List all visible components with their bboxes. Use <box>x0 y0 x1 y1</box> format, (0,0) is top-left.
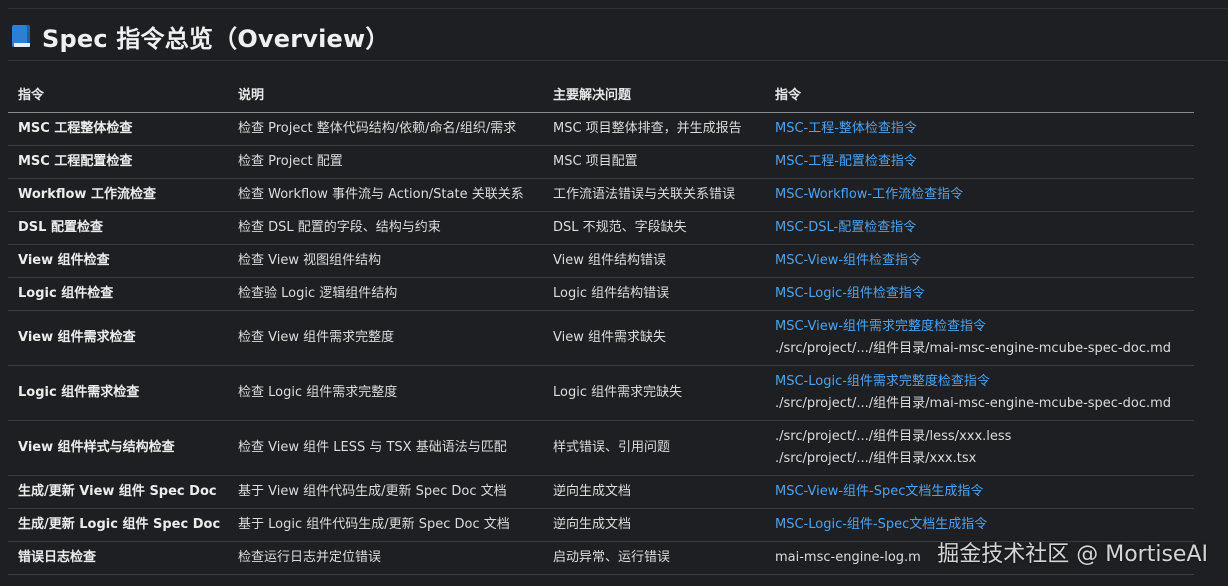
cell-instruction: MSC-DSL-配置检查指令 <box>765 211 1194 245</box>
cell-problem: View 组件需求缺失 <box>543 310 765 366</box>
cell-command: Workflow 工作流检查 <box>8 178 228 212</box>
cell-problem: View 组件结构错误 <box>543 244 765 278</box>
cell-instruction: MSC-Workflow-工作流检查指令 <box>765 178 1194 212</box>
cell-command: DSL 配置检查 <box>8 211 228 245</box>
instruction-link[interactable]: MSC-View-组件检查指令 <box>775 250 1184 272</box>
cell-instruction: MSC-工程-整体检查指令 <box>765 112 1194 146</box>
cell-description: 检查 DSL 配置的字段、结构与约束 <box>228 211 543 245</box>
cell-command: 生成/更新 View 组件 Spec Doc <box>8 475 228 509</box>
cell-problem: Logic 组件需求完缺失 <box>543 365 765 421</box>
header-command: 指令 <box>8 76 228 113</box>
instruction-link[interactable]: MSC-工程-配置检查指令 <box>775 151 1184 173</box>
cell-description: 检查验 Logic 逻辑组件结构 <box>228 277 543 311</box>
table-row: MSC 工程整体检查 检查 Project 整体代码结构/依赖/命名/组织/需求… <box>8 112 1194 146</box>
cell-instruction: MSC-Logic-组件需求完整度检查指令 ./src/project/.../… <box>765 365 1194 421</box>
spec-table: 指令 说明 主要解决问题 指令 MSC 工程整体检查 检查 Project 整体… <box>8 76 1194 575</box>
cell-command: Logic 组件检查 <box>8 277 228 311</box>
table-row: View 组件检查 检查 View 视图组件结构 View 组件结构错误 MSC… <box>8 244 1194 278</box>
instruction-link[interactable]: MSC-工程-整体检查指令 <box>775 118 1184 140</box>
document-page: Spec 指令总览（Overview） 指令 说明 主要解决问题 指令 MSC … <box>0 0 1228 586</box>
table-row: View 组件样式与结构检查 检查 View 组件 LESS 与 TSX 基础语… <box>8 420 1194 476</box>
file-path: ./src/project/.../组件目录/mai-msc-engine-mc… <box>775 341 1172 356</box>
table-row: DSL 配置检查 检查 DSL 配置的字段、结构与约束 DSL 不规范、字段缺失… <box>8 211 1194 245</box>
cell-description: 检查 Project 整体代码结构/依赖/命名/组织/需求 <box>228 112 543 146</box>
file-path: ./src/project/.../组件目录/xxx.tsx <box>775 451 977 466</box>
cell-description: 检查运行日志并定位错误 <box>228 541 543 575</box>
page-title: Spec 指令总览（Overview） <box>42 24 390 53</box>
cell-instruction: MSC-View-组件检查指令 <box>765 244 1194 278</box>
cell-problem: MSC 项目配置 <box>543 145 765 179</box>
cell-description: 检查 Project 配置 <box>228 145 543 179</box>
table-row: Logic 组件需求检查 检查 Logic 组件需求完整度 Logic 组件需求… <box>8 365 1194 421</box>
table-row: 生成/更新 Logic 组件 Spec Doc 基于 Logic 组件代码生成/… <box>8 508 1194 542</box>
cell-command: MSC 工程整体检查 <box>8 112 228 146</box>
table-row: Logic 组件检查 检查验 Logic 逻辑组件结构 Logic 组件结构错误… <box>8 277 1194 311</box>
instruction-link[interactable]: MSC-Logic-组件-Spec文档生成指令 <box>775 514 1184 536</box>
header-instruction: 指令 <box>765 76 1194 113</box>
cell-instruction: mai-msc-engine-log.m <box>765 541 1194 575</box>
cell-command: View 组件检查 <box>8 244 228 278</box>
title-row: Spec 指令总览（Overview） <box>10 18 390 54</box>
cell-description: 基于 Logic 组件代码生成/更新 Spec Doc 文档 <box>228 508 543 542</box>
cell-problem: 启动异常、运行错误 <box>543 541 765 575</box>
header-problem: 主要解决问题 <box>543 76 765 113</box>
instruction-link[interactable]: MSC-Logic-组件检查指令 <box>775 283 1184 305</box>
cell-description: 检查 View 组件需求完整度 <box>228 310 543 366</box>
instruction-link[interactable]: MSC-DSL-配置检查指令 <box>775 217 1184 239</box>
cell-description: 检查 View 视图组件结构 <box>228 244 543 278</box>
cell-instruction: MSC-View-组件-Spec文档生成指令 <box>765 475 1194 509</box>
cell-problem: Logic 组件结构错误 <box>543 277 765 311</box>
cell-command: 生成/更新 Logic 组件 Spec Doc <box>8 508 228 542</box>
instruction-link[interactable]: MSC-View-组件-Spec文档生成指令 <box>775 481 1184 503</box>
table-header-row: 指令 说明 主要解决问题 指令 <box>8 76 1194 113</box>
cell-command: 错误日志检查 <box>8 541 228 575</box>
instruction-link[interactable]: MSC-View-组件需求完整度检查指令 <box>775 316 1184 338</box>
cell-command: Logic 组件需求检查 <box>8 365 228 421</box>
cell-instruction: MSC-Logic-组件检查指令 <box>765 277 1194 311</box>
instruction-link[interactable]: MSC-Workflow-工作流检查指令 <box>775 184 1184 206</box>
cell-description: 基于 View 组件代码生成/更新 Spec Doc 文档 <box>228 475 543 509</box>
table-row: 生成/更新 View 组件 Spec Doc 基于 View 组件代码生成/更新… <box>8 475 1194 509</box>
cell-command: View 组件样式与结构检查 <box>8 420 228 476</box>
file-path: ./src/project/.../组件目录/less/xxx.less <box>775 429 1012 444</box>
file-path: ./src/project/.../组件目录/mai-msc-engine-mc… <box>775 396 1172 411</box>
cell-instruction: ./src/project/.../组件目录/less/xxx.less ./s… <box>765 420 1194 476</box>
table-row: 错误日志检查 检查运行日志并定位错误 启动异常、运行错误 mai-msc-eng… <box>8 541 1194 575</box>
table-row: Workflow 工作流检查 检查 Workflow 事件流与 Action/S… <box>8 178 1194 212</box>
cell-problem: DSL 不规范、字段缺失 <box>543 211 765 245</box>
file-path: mai-msc-engine-log.m <box>775 550 921 565</box>
cell-problem: 样式错误、引用问题 <box>543 420 765 476</box>
header-description: 说明 <box>228 76 543 113</box>
cell-description: 检查 View 组件 LESS 与 TSX 基础语法与匹配 <box>228 420 543 476</box>
top-divider <box>8 8 1228 9</box>
table-row: View 组件需求检查 检查 View 组件需求完整度 View 组件需求缺失 … <box>8 310 1194 366</box>
cell-description: 检查 Logic 组件需求完整度 <box>228 365 543 421</box>
cell-problem: 逆向生成文档 <box>543 508 765 542</box>
title-divider <box>8 60 1228 61</box>
cell-instruction: MSC-Logic-组件-Spec文档生成指令 <box>765 508 1194 542</box>
cell-instruction: MSC-工程-配置检查指令 <box>765 145 1194 179</box>
cell-command: View 组件需求检查 <box>8 310 228 366</box>
table-row: MSC 工程配置检查 检查 Project 配置 MSC 项目配置 MSC-工程… <box>8 145 1194 179</box>
cell-problem: MSC 项目整体排查，并生成报告 <box>543 112 765 146</box>
cell-description: 检查 Workflow 事件流与 Action/State 关联关系 <box>228 178 543 212</box>
cell-instruction: MSC-View-组件需求完整度检查指令 ./src/project/.../组… <box>765 310 1194 366</box>
blue-book-icon <box>10 23 34 49</box>
cell-problem: 工作流语法错误与关联关系错误 <box>543 178 765 212</box>
instruction-link[interactable]: MSC-Logic-组件需求完整度检查指令 <box>775 371 1184 393</box>
cell-command: MSC 工程配置检查 <box>8 145 228 179</box>
cell-problem: 逆向生成文档 <box>543 475 765 509</box>
